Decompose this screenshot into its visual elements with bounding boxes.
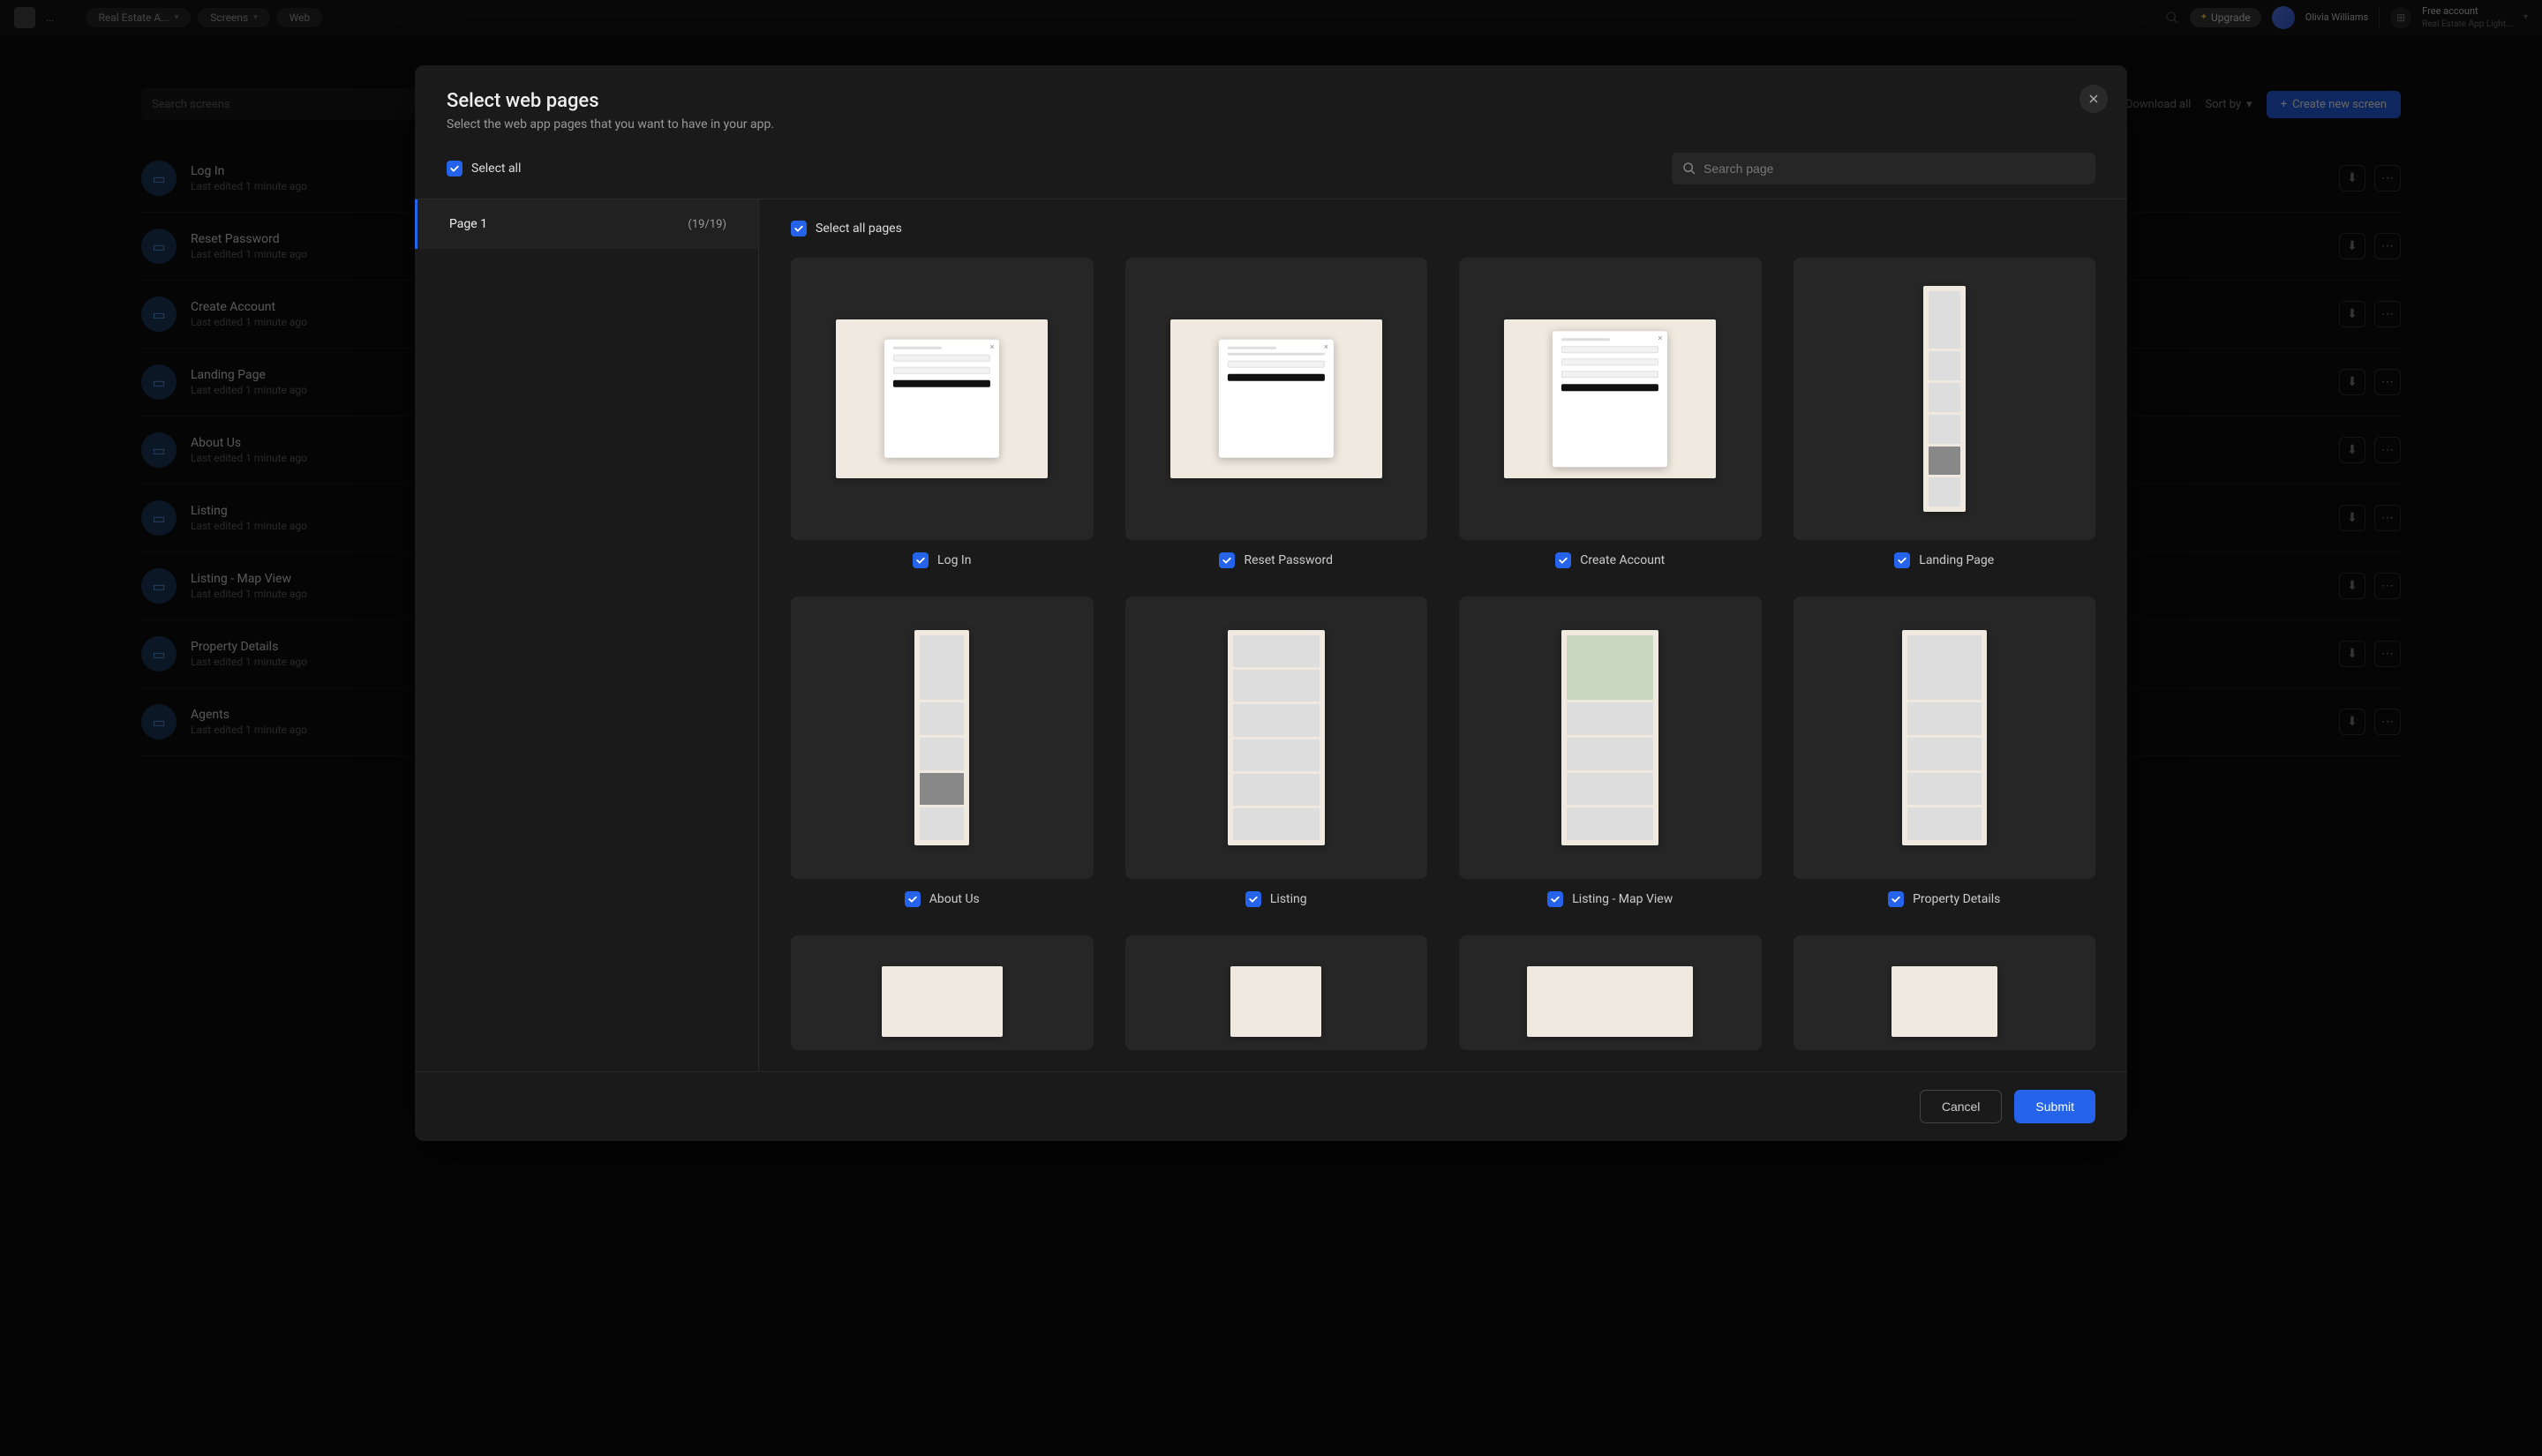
thumb-content [1923, 286, 1966, 512]
page-card-about-us: About Us [791, 597, 1094, 907]
close-button[interactable] [2079, 85, 2108, 113]
thumb-content [1228, 630, 1325, 844]
thumb-dialog: × [1219, 340, 1334, 458]
modal-body: Page 1 (19/19) Select all pages × [415, 199, 2127, 1071]
page-card-checkbox[interactable]: About Us [905, 891, 980, 907]
thumb-bg [1228, 630, 1325, 844]
page-name: Property Details [1913, 892, 2000, 906]
page-card-checkbox[interactable]: Reset Password [1219, 552, 1333, 568]
checkbox-icon [447, 161, 463, 176]
page-card-checkbox[interactable]: Property Details [1888, 891, 2000, 907]
page-thumb[interactable]: × [1459, 258, 1762, 540]
checkbox-icon [791, 221, 807, 236]
select-all-pages-checkbox[interactable]: Select all pages [791, 221, 2095, 236]
checkbox-icon [1547, 891, 1563, 907]
page-name: Listing [1270, 892, 1307, 906]
search-page-input[interactable] [1703, 161, 2085, 176]
checkbox-icon [905, 891, 921, 907]
thumb-bg [914, 630, 969, 844]
page-thumb[interactable]: × [1125, 258, 1428, 540]
checkbox-icon [1894, 552, 1910, 568]
page-sidebar: Page 1 (19/19) [415, 199, 759, 1071]
thumb-content [1561, 630, 1658, 844]
thumb-bg [1561, 630, 1658, 844]
thumb-bg [1230, 966, 1321, 1037]
page-card-partial [791, 935, 1094, 1050]
modal-search[interactable] [1672, 153, 2095, 184]
page-thumb[interactable] [1459, 597, 1762, 879]
page-thumb[interactable] [1794, 258, 2096, 540]
page-card-partial [1125, 935, 1428, 1050]
page-thumb[interactable] [791, 597, 1094, 879]
page-name: Landing Page [1919, 553, 1994, 567]
checkbox-icon [913, 552, 929, 568]
page-card-reset-password: × Reset Password [1125, 258, 1428, 568]
thumb-content [1902, 630, 1987, 844]
page-card-partial [1459, 935, 1762, 1050]
close-icon [2088, 94, 2099, 104]
cancel-button[interactable]: Cancel [1920, 1090, 2003, 1123]
submit-button[interactable]: Submit [2014, 1090, 2095, 1123]
modal-subtitle: Select the web app pages that you want t… [447, 117, 2095, 131]
thumb-bg [882, 966, 1003, 1037]
thumb-dialog: × [884, 340, 999, 458]
page-card-checkbox[interactable]: Landing Page [1894, 552, 1994, 568]
close-icon: × [1658, 334, 1663, 343]
page-card-checkbox[interactable]: Create Account [1555, 552, 1665, 568]
modal-title: Select web pages [447, 90, 2095, 112]
page-name: Listing - Map View [1572, 892, 1673, 906]
page-thumb[interactable] [1125, 597, 1428, 879]
select-all-checkbox[interactable]: Select all [447, 161, 521, 176]
sidebar-page-count: (19/19) [688, 218, 726, 231]
page-name: Reset Password [1244, 553, 1333, 567]
page-card-checkbox[interactable]: Log In [913, 552, 971, 568]
page-thumb[interactable] [1125, 935, 1428, 1050]
thumb-content [914, 630, 969, 844]
sidebar-page-label: Page 1 [449, 217, 487, 231]
thumb-bg [1923, 286, 1966, 512]
modal-controls: Select all [415, 153, 2127, 199]
page-thumb[interactable] [1459, 935, 1762, 1050]
search-icon [1682, 161, 1696, 176]
pages-panel[interactable]: Select all pages × [759, 199, 2127, 1071]
close-icon: × [1324, 343, 1328, 352]
select-all-label: Select all [471, 161, 521, 176]
page-name: About Us [929, 892, 980, 906]
page-card-checkbox[interactable]: Listing - Map View [1547, 891, 1673, 907]
select-all-pages-label: Select all pages [816, 221, 902, 236]
checkbox-icon [1555, 552, 1571, 568]
checkbox-icon [1888, 891, 1904, 907]
thumb-bg [1891, 966, 1997, 1037]
thumb-bg [1527, 966, 1693, 1037]
pages-grid: × Log In [791, 258, 2095, 1050]
thumb-dialog: × [1553, 331, 1667, 467]
page-card-listing-map: Listing - Map View [1459, 597, 1762, 907]
select-pages-modal: Select web pages Select the web app page… [415, 65, 2127, 1141]
thumb-bg [1902, 630, 1987, 844]
modal-header: Select web pages Select the web app page… [415, 65, 2127, 153]
page-thumb[interactable] [1794, 597, 2096, 879]
page-card-partial [1794, 935, 2096, 1050]
page-card-checkbox[interactable]: Listing [1245, 891, 1307, 907]
sidebar-item-page1[interactable]: Page 1 (19/19) [415, 199, 758, 249]
modal-overlay: Select web pages Select the web app page… [0, 0, 2542, 1456]
page-thumb[interactable] [791, 935, 1094, 1050]
page-card-create-account: × Create Account [1459, 258, 1762, 568]
page-name: Create Account [1580, 553, 1665, 567]
modal-footer: Cancel Submit [415, 1071, 2127, 1141]
page-card-listing: Listing [1125, 597, 1428, 907]
page-card-log-in: × Log In [791, 258, 1094, 568]
page-card-property-details: Property Details [1794, 597, 2096, 907]
page-thumb[interactable] [1794, 935, 2096, 1050]
page-card-landing-page: Landing Page [1794, 258, 2096, 568]
checkbox-icon [1245, 891, 1261, 907]
page-name: Log In [937, 553, 971, 567]
close-icon: × [990, 343, 995, 352]
checkbox-icon [1219, 552, 1235, 568]
page-thumb[interactable]: × [791, 258, 1094, 540]
